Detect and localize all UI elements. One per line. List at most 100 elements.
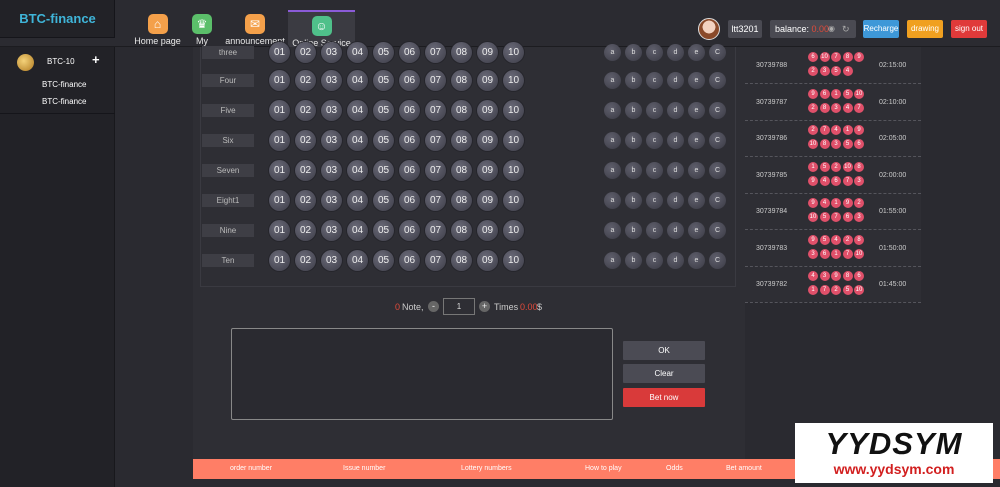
number-ball[interactable]: 02 bbox=[295, 130, 316, 151]
number-ball[interactable]: 03 bbox=[321, 250, 342, 271]
number-ball[interactable]: 05 bbox=[373, 70, 394, 91]
quick-select-button[interactable]: C bbox=[709, 222, 726, 239]
number-ball[interactable]: 03 bbox=[321, 70, 342, 91]
quick-select-button[interactable]: e bbox=[688, 162, 705, 179]
number-ball[interactable]: 03 bbox=[321, 160, 342, 181]
number-ball[interactable]: 09 bbox=[477, 70, 498, 91]
sidebar-item-btc-finance[interactable]: BTC-finance bbox=[42, 97, 86, 106]
number-ball[interactable]: 01 bbox=[269, 70, 290, 91]
number-ball[interactable]: 04 bbox=[347, 130, 368, 151]
number-ball[interactable]: 08 bbox=[451, 70, 472, 91]
quick-select-button[interactable]: a bbox=[604, 72, 621, 89]
quick-select-button[interactable]: e bbox=[688, 222, 705, 239]
number-ball[interactable]: 05 bbox=[373, 250, 394, 271]
number-ball[interactable]: 05 bbox=[373, 190, 394, 211]
quick-select-button[interactable]: e bbox=[688, 44, 705, 61]
number-ball[interactable]: 08 bbox=[451, 100, 472, 121]
quick-select-button[interactable]: b bbox=[625, 222, 642, 239]
quick-select-button[interactable]: C bbox=[709, 162, 726, 179]
number-ball[interactable]: 02 bbox=[295, 100, 316, 121]
multiplier-input[interactable] bbox=[443, 298, 475, 315]
quick-select-button[interactable]: e bbox=[688, 252, 705, 269]
clear-button[interactable]: Clear bbox=[623, 364, 705, 383]
brand-logo[interactable]: BTC-finance bbox=[0, 0, 115, 38]
number-ball[interactable]: 03 bbox=[321, 100, 342, 121]
number-ball[interactable]: 07 bbox=[425, 130, 446, 151]
number-ball[interactable]: 05 bbox=[373, 130, 394, 151]
quick-select-button[interactable]: d bbox=[667, 132, 684, 149]
quick-select-button[interactable]: c bbox=[646, 102, 663, 119]
number-ball[interactable]: 07 bbox=[425, 42, 446, 63]
number-ball[interactable]: 04 bbox=[347, 70, 368, 91]
number-ball[interactable]: 03 bbox=[321, 130, 342, 151]
expand-plus-icon[interactable]: + bbox=[92, 52, 100, 67]
number-ball[interactable]: 01 bbox=[269, 160, 290, 181]
quick-select-button[interactable]: c bbox=[646, 44, 663, 61]
quick-select-button[interactable]: a bbox=[604, 252, 621, 269]
quick-select-button[interactable]: d bbox=[667, 252, 684, 269]
quick-select-button[interactable]: b bbox=[625, 72, 642, 89]
number-ball[interactable]: 02 bbox=[295, 42, 316, 63]
quick-select-button[interactable]: C bbox=[709, 44, 726, 61]
number-ball[interactable]: 10 bbox=[503, 220, 524, 241]
quick-select-button[interactable]: a bbox=[604, 192, 621, 209]
quick-select-button[interactable]: e bbox=[688, 132, 705, 149]
quick-select-button[interactable]: c bbox=[646, 132, 663, 149]
quick-select-button[interactable]: c bbox=[646, 222, 663, 239]
quick-select-button[interactable]: c bbox=[646, 72, 663, 89]
number-ball[interactable]: 09 bbox=[477, 130, 498, 151]
number-ball[interactable]: 02 bbox=[295, 190, 316, 211]
quick-select-button[interactable]: e bbox=[688, 192, 705, 209]
number-ball[interactable]: 08 bbox=[451, 130, 472, 151]
nav-home-page[interactable]: ⌂ Home page bbox=[130, 10, 185, 47]
number-ball[interactable]: 01 bbox=[269, 250, 290, 271]
number-ball[interactable]: 10 bbox=[503, 42, 524, 63]
quick-select-button[interactable]: a bbox=[604, 132, 621, 149]
number-ball[interactable]: 10 bbox=[503, 160, 524, 181]
number-ball[interactable]: 02 bbox=[295, 250, 316, 271]
quick-select-button[interactable]: C bbox=[709, 192, 726, 209]
quick-select-button[interactable]: d bbox=[667, 222, 684, 239]
number-ball[interactable]: 08 bbox=[451, 250, 472, 271]
username-badge[interactable]: ltt3201 bbox=[728, 20, 762, 38]
number-ball[interactable]: 02 bbox=[295, 160, 316, 181]
number-ball[interactable]: 01 bbox=[269, 220, 290, 241]
number-ball[interactable]: 06 bbox=[399, 160, 420, 181]
quick-select-button[interactable]: a bbox=[604, 162, 621, 179]
number-ball[interactable]: 04 bbox=[347, 220, 368, 241]
quick-select-button[interactable]: c bbox=[646, 252, 663, 269]
decrease-multiplier-button[interactable]: - bbox=[428, 301, 439, 312]
number-ball[interactable]: 09 bbox=[477, 190, 498, 211]
number-ball[interactable]: 03 bbox=[321, 190, 342, 211]
recharge-button[interactable]: Recharge bbox=[863, 20, 899, 38]
quick-select-button[interactable]: C bbox=[709, 132, 726, 149]
number-ball[interactable]: 06 bbox=[399, 100, 420, 121]
number-ball[interactable]: 02 bbox=[295, 70, 316, 91]
number-ball[interactable]: 09 bbox=[477, 42, 498, 63]
number-ball[interactable]: 09 bbox=[477, 160, 498, 181]
number-ball[interactable]: 09 bbox=[477, 250, 498, 271]
quick-select-button[interactable]: d bbox=[667, 44, 684, 61]
sidebar-game-item[interactable]: BTC-10 + bbox=[0, 47, 115, 77]
number-ball[interactable]: 04 bbox=[347, 160, 368, 181]
number-ball[interactable]: 01 bbox=[269, 130, 290, 151]
quick-select-button[interactable]: a bbox=[604, 44, 621, 61]
number-ball[interactable]: 07 bbox=[425, 250, 446, 271]
number-ball[interactable]: 04 bbox=[347, 190, 368, 211]
number-ball[interactable]: 06 bbox=[399, 190, 420, 211]
quick-select-button[interactable]: e bbox=[688, 102, 705, 119]
number-ball[interactable]: 05 bbox=[373, 220, 394, 241]
number-ball[interactable]: 02 bbox=[295, 220, 316, 241]
number-ball[interactable]: 06 bbox=[399, 42, 420, 63]
number-ball[interactable]: 08 bbox=[451, 42, 472, 63]
number-ball[interactable]: 06 bbox=[399, 250, 420, 271]
number-ball[interactable]: 10 bbox=[503, 130, 524, 151]
increase-multiplier-button[interactable]: + bbox=[479, 301, 490, 312]
quick-select-button[interactable]: b bbox=[625, 162, 642, 179]
quick-select-button[interactable]: e bbox=[688, 72, 705, 89]
number-ball[interactable]: 03 bbox=[321, 220, 342, 241]
number-ball[interactable]: 07 bbox=[425, 100, 446, 121]
number-ball[interactable]: 03 bbox=[321, 42, 342, 63]
number-ball[interactable]: 05 bbox=[373, 100, 394, 121]
number-ball[interactable]: 01 bbox=[269, 190, 290, 211]
